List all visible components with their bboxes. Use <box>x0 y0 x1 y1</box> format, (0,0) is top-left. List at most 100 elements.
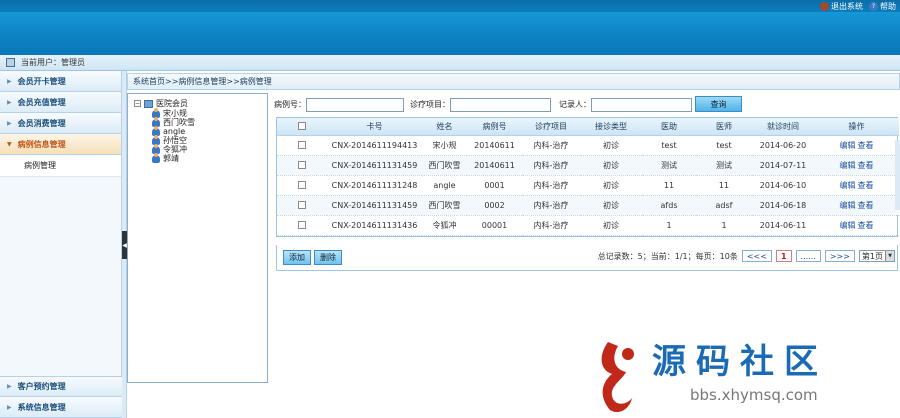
cell-case-no: 20140611 <box>467 155 522 176</box>
edit-link[interactable]: 编辑 <box>840 201 856 210</box>
cell-case-no: 0001 <box>467 175 522 196</box>
sidebar-item-consume[interactable]: ▶ 会员消费管理 <box>0 113 121 134</box>
sidebar-item-appointments[interactable]: ▶ 客户预约管理 <box>0 376 122 397</box>
cell-name: 西门吹雪 <box>422 155 467 176</box>
cell-treatment-item: 内科-治疗 <box>522 175 580 196</box>
watermark-seal-icon <box>601 342 634 413</box>
table-row: CNX-2014611131436 令狐冲 00001 内科-治疗 初诊 1 1… <box>277 215 899 236</box>
pager-current-page[interactable]: 1 <box>775 250 792 262</box>
row-checkbox[interactable] <box>298 221 306 229</box>
table-row: CNX-2014611131459 西门吹雪 0002 内科-治疗 初诊 afd… <box>277 195 899 216</box>
view-link[interactable]: 查看 <box>858 201 874 210</box>
row-select-cell <box>277 135 327 156</box>
case-no-input[interactable] <box>306 97 404 112</box>
table-row: CNX-2014611131248 angle 0001 内科-治疗 初诊 11… <box>277 175 899 196</box>
pager-ellipsis[interactable]: ...... <box>795 250 821 262</box>
cell-visit-type: 初诊 <box>580 135 642 156</box>
case-table: 卡号 姓名 病例号 诊疗项目 接诊类型 医助 医师 就诊时间 操作 CNX-20… <box>276 117 899 237</box>
logout-link[interactable]: 退出系统 <box>820 1 863 12</box>
cell-visit-time: 2014-06-20 <box>752 135 814 156</box>
pager-summary: 总记录数：5；当前：1/1；每页：10条 <box>597 251 738 261</box>
cell-name: 令狐冲 <box>422 215 467 236</box>
case-no-label: 病例号： <box>274 100 306 109</box>
sidebar-item-card[interactable]: ▶ 会员开卡管理 <box>0 71 121 92</box>
treatment-item-label: 诊疗项目： <box>410 100 450 109</box>
delete-button[interactable]: 删除 <box>314 250 342 265</box>
pager-first-button[interactable]: <<< <box>741 250 772 262</box>
sidebar-item-label: 会员开卡管理 <box>17 76 66 86</box>
page-select[interactable]: 第1页 ▼ <box>858 250 895 262</box>
edit-link[interactable]: 编辑 <box>840 221 856 230</box>
view-link[interactable]: 查看 <box>858 181 874 190</box>
select-all-checkbox[interactable] <box>298 122 306 131</box>
recorder-label: 记录人： <box>559 100 591 109</box>
watermark: 源码社区 bbs.xhymsq.com <box>590 330 900 418</box>
header-links: 退出系统 ? 帮助 <box>820 1 896 12</box>
column-header-name: 姓名 <box>422 118 467 136</box>
sidebar: ▶ 会员开卡管理 ▶ 会员充值管理 ▶ 会员消费管理 ▼ 病例信息管理 病例管理… <box>0 71 122 418</box>
row-select-cell <box>277 195 327 216</box>
table-row: CNX-2014611194413 宋小规 20140611 内科-治疗 初诊 … <box>277 135 899 156</box>
cell-doctor: adsf <box>696 195 752 216</box>
logout-label: 退出系统 <box>831 2 863 11</box>
right-scroll-handle[interactable] <box>895 140 900 210</box>
add-button[interactable]: 添加 <box>283 250 311 265</box>
column-header-card-no: 卡号 <box>327 118 422 136</box>
edit-link[interactable]: 编辑 <box>840 181 856 190</box>
chevron-right-icon: ▶ <box>7 403 12 411</box>
sidebar-item-system[interactable]: ▶ 系统信息管理 <box>0 397 122 418</box>
search-button[interactable]: 查询 <box>695 96 742 112</box>
view-link[interactable]: 查看 <box>858 221 874 230</box>
row-checkbox[interactable] <box>298 161 306 169</box>
cell-doctor: 测试 <box>696 155 752 176</box>
pager-last-button[interactable]: >>> <box>824 250 855 262</box>
power-icon <box>820 2 829 11</box>
column-header-visit-time: 就诊时间 <box>752 118 814 136</box>
cell-name: 宋小规 <box>422 135 467 156</box>
sidebar-item-label: 病例信息管理 <box>17 139 66 149</box>
current-user-text: 当前用户：管理员 <box>21 58 85 67</box>
chevron-down-icon: ▼ <box>885 251 894 261</box>
recorder-input[interactable] <box>591 97 692 112</box>
tree-node-label: 郭靖 <box>163 154 179 163</box>
row-checkbox[interactable] <box>298 181 306 189</box>
view-link[interactable]: 查看 <box>858 141 874 150</box>
sidebar-subitem-case-management[interactable]: 病例管理 <box>0 155 121 177</box>
sidebar-item-cases[interactable]: ▼ 病例信息管理 <box>0 134 121 155</box>
cell-actions: 编辑 查看 <box>814 215 899 236</box>
view-link[interactable]: 查看 <box>858 161 874 170</box>
cell-visit-time: 2014-06-10 <box>752 175 814 196</box>
watermark-url: bbs.xhymsq.com <box>690 386 818 404</box>
row-select-cell <box>277 215 327 236</box>
cell-visit-type: 初诊 <box>580 155 642 176</box>
treatment-item-input[interactable] <box>450 97 551 112</box>
row-checkbox[interactable] <box>298 201 306 209</box>
cell-card-no: CNX-2014611131459 <box>327 155 422 176</box>
edit-link[interactable]: 编辑 <box>840 161 856 170</box>
chevron-right-icon: ▶ <box>7 98 12 106</box>
cell-doctor: 11 <box>696 175 752 196</box>
sidebar-item-recharge[interactable]: ▶ 会员充值管理 <box>0 92 121 113</box>
user-icon <box>6 58 15 67</box>
cell-card-no: CNX-2014611131248 <box>327 175 422 196</box>
row-checkbox[interactable] <box>298 141 306 149</box>
cell-actions: 编辑 查看 <box>814 195 899 216</box>
cell-card-no: CNX-2014611131459 <box>327 195 422 216</box>
collapse-toggle-icon[interactable]: − <box>134 100 141 107</box>
watermark-title: 源码社区 <box>652 342 828 382</box>
sidebar-item-label: 会员消费管理 <box>17 118 66 128</box>
pager: 总记录数：5；当前：1/1；每页：10条 <<< 1 ...... >>> 第1… <box>598 250 895 262</box>
cell-name: angle <box>422 175 467 196</box>
cell-visit-time: 2014-07-11 <box>752 155 814 176</box>
tree-node[interactable]: 西门吹雪 <box>152 116 267 127</box>
cell-assistant: 1 <box>642 215 696 236</box>
help-link[interactable]: ? 帮助 <box>869 1 896 12</box>
tree-node[interactable]: 郭靖 <box>152 152 267 163</box>
row-select-cell <box>277 175 327 196</box>
edit-link[interactable]: 编辑 <box>840 141 856 150</box>
column-header-treatment-item: 诊疗项目 <box>522 118 580 136</box>
search-bar: 病例号： 诊疗项目： 记录人： <box>274 97 692 112</box>
column-header-actions: 操作 <box>814 118 899 136</box>
table-toolbar: 添加 删除 总记录数：5；当前：1/1；每页：10条 <<< 1 ...... … <box>276 245 898 271</box>
person-icon <box>152 152 160 163</box>
